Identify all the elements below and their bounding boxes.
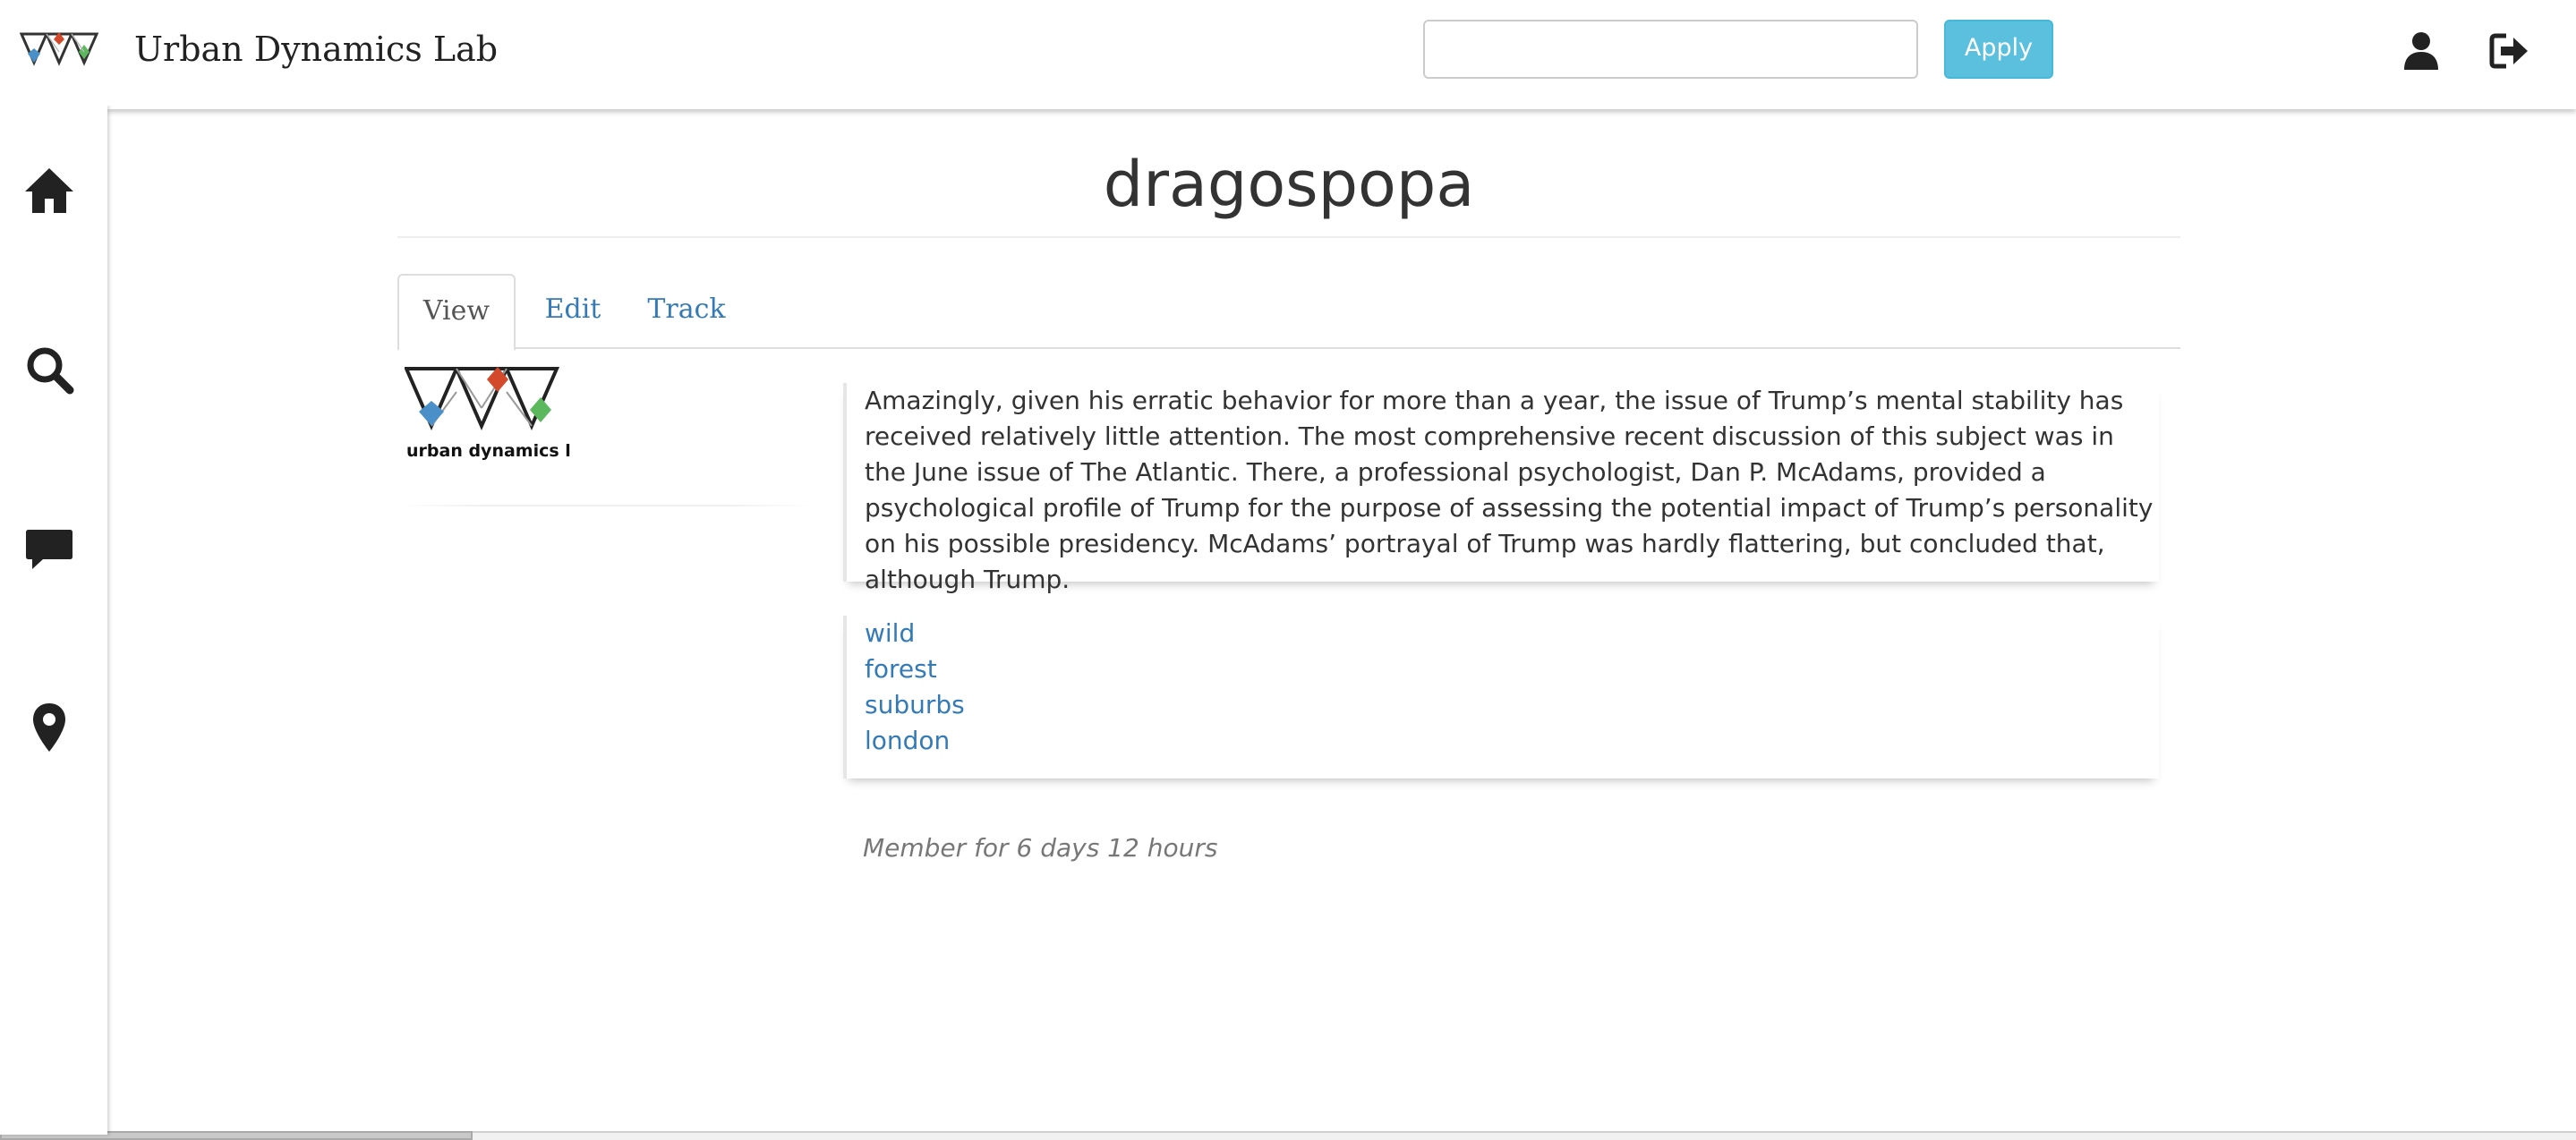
brand-logo[interactable] [19, 27, 106, 72]
tab-view[interactable]: View [397, 274, 516, 351]
search-icon[interactable] [23, 344, 75, 396]
logo-mark-icon [19, 32, 99, 66]
sidebar [0, 106, 107, 1135]
tag-link[interactable]: wild [865, 616, 915, 651]
home-icon[interactable] [23, 165, 75, 217]
tag-link[interactable]: london [865, 723, 950, 759]
tab-track[interactable]: Track [635, 274, 738, 349]
apply-button[interactable]: Apply [1944, 20, 2053, 79]
tags-panel: wild forest suburbs london [843, 616, 2159, 778]
user-icon[interactable] [2401, 30, 2442, 72]
search-input[interactable] [1423, 20, 1918, 79]
picture-divider [397, 505, 815, 506]
tab-edit[interactable]: Edit [530, 274, 616, 349]
sign-out-icon[interactable] [2488, 30, 2529, 72]
top-navbar: Urban Dynamics Lab Apply [0, 0, 2576, 106]
user-picture: urban dynamics lab [403, 365, 594, 464]
logo-caption: urban dynamics lab [406, 441, 571, 461]
page-title: dragospopa [1103, 148, 1475, 221]
brand-name[interactable]: Urban Dynamics Lab [134, 25, 498, 73]
tab-bar: View Edit Track [397, 274, 2180, 351]
tag-link[interactable]: suburbs [865, 687, 965, 723]
urban-dynamics-logo-icon: urban dynamics lab [403, 367, 594, 461]
bio-panel: Amazingly, given his erratic behavior fo… [843, 383, 2159, 594]
member-since-text: Member for 6 days 12 hours [863, 833, 1218, 863]
map-marker-icon[interactable] [23, 702, 75, 753]
title-divider [397, 236, 2180, 238]
comment-icon[interactable] [23, 523, 75, 574]
bio-text: Amazingly, given his erratic behavior fo… [865, 386, 2154, 594]
tag-link[interactable]: forest [865, 651, 937, 687]
